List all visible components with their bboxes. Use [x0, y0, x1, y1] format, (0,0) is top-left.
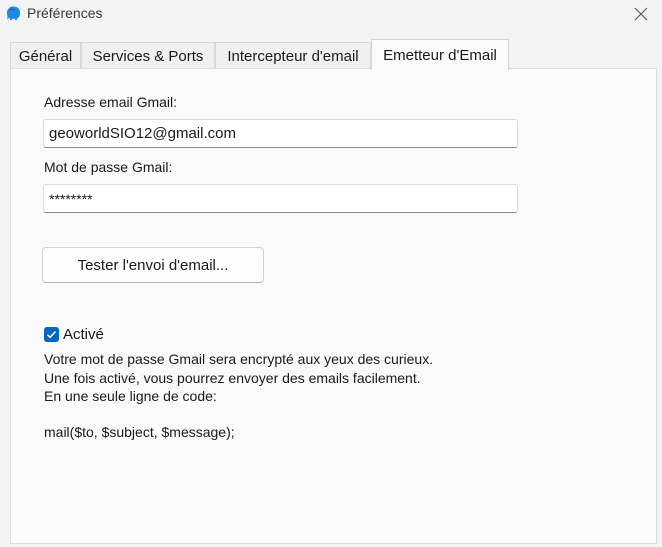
tab-intercepteur-email-label: Intercepteur d'email: [227, 47, 359, 65]
password-label: Mot de passe Gmail:: [44, 159, 173, 175]
tab-emetteur-email[interactable]: Emetteur d'Email: [371, 39, 509, 70]
close-button[interactable]: [628, 2, 654, 26]
description-line-1: Votre mot de passe Gmail sera encrypté a…: [44, 351, 434, 367]
title-bar: Préférences: [0, 0, 662, 28]
description-line-3: En une seule ligne de code:: [44, 388, 217, 404]
email-label: Adresse email Gmail:: [44, 94, 178, 110]
tab-emetteur-email-label: Emetteur d'Email: [383, 46, 497, 64]
test-email-button[interactable]: Tester l'envoi d'email...: [42, 247, 264, 283]
tab-intercepteur-email[interactable]: Intercepteur d'email: [215, 42, 371, 69]
window-title: Préférences: [27, 5, 103, 21]
description-line-2: Une fois activé, vous pourrez envoyer de…: [44, 370, 421, 386]
test-email-button-label: Tester l'envoi d'email...: [77, 256, 229, 274]
email-field[interactable]: [43, 119, 518, 148]
enabled-label: Activé: [63, 326, 104, 343]
close-icon: [634, 7, 648, 21]
enabled-checkbox[interactable]: [44, 327, 59, 342]
tab-services-ports-label: Services & Ports: [92, 47, 204, 65]
password-field[interactable]: [43, 184, 518, 213]
elephant-icon: [7, 6, 20, 20]
code-example: mail($to, $subject, $message);: [44, 424, 235, 440]
tab-services-ports[interactable]: Services & Ports: [81, 42, 215, 69]
tab-general-label: Général: [18, 47, 73, 65]
checkmark-icon: [46, 330, 57, 339]
tab-general[interactable]: Général: [10, 42, 81, 69]
